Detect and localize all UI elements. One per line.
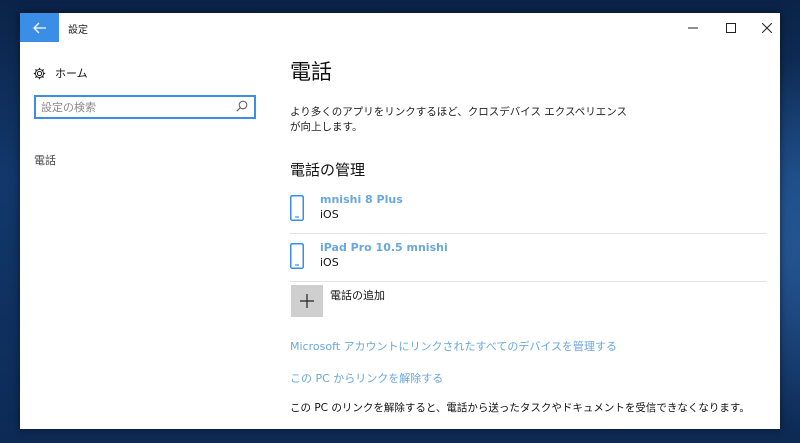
close-icon (761, 22, 772, 33)
manage-all-devices-link[interactable]: Microsoft アカウントにリンクされたすべてのデバイスを管理する (290, 338, 617, 354)
sidebar: ホーム 電話 (20, 42, 270, 429)
sidebar-item-phone[interactable]: 電話 (34, 152, 56, 168)
add-phone-label[interactable]: 電話の追加 (330, 287, 385, 303)
title-bar: 設定 (20, 13, 780, 42)
home-link[interactable]: ホーム (33, 65, 88, 81)
device-name: mnishi 8 Plus (320, 193, 403, 206)
search-box[interactable] (34, 95, 256, 119)
minimize-icon (687, 27, 698, 28)
device-name: iPad Pro 10.5 mnishi (320, 241, 448, 254)
home-label: ホーム (55, 67, 88, 80)
unlink-pc-link[interactable]: この PC からリンクを解除する (290, 370, 443, 386)
maximize-button[interactable] (713, 13, 748, 42)
search-input[interactable] (41, 100, 231, 114)
window-title: 設定 (68, 25, 88, 36)
page-description: より多くのアプリをリンクするほど、クロスデバイス エクスペリエンスが向上します。 (290, 106, 628, 133)
device-item[interactable]: mnishi 8 Plus iOS (290, 187, 767, 234)
maximize-icon (725, 22, 736, 33)
device-os: iOS (320, 256, 339, 269)
back-button[interactable] (20, 13, 59, 42)
phone-icon (290, 195, 304, 221)
settings-window: 設定 ホーム 設定の検索 電話 電話 より多くのアプリをリンクするほど、クロスデ… (20, 13, 780, 429)
page-title: 電話 (290, 60, 332, 84)
add-phone-button[interactable] (291, 285, 323, 317)
minimize-button[interactable] (675, 13, 710, 42)
phone-icon (290, 243, 304, 269)
close-button[interactable] (749, 13, 784, 42)
device-os: iOS (320, 208, 339, 221)
plus-icon (300, 294, 314, 308)
main-content: 電話 より多くのアプリをリンクするほど、クロスデバイス エクスペリエンスが向上し… (290, 42, 770, 429)
back-arrow-icon (32, 22, 46, 33)
gear-icon (33, 67, 46, 79)
manage-phones-heading: 電話の管理 (290, 161, 366, 179)
device-item[interactable]: iPad Pro 10.5 mnishi iOS (290, 235, 767, 282)
unlink-note: この PC のリンクを解除すると、電話から送ったタスクやドキュメントを受信できな… (290, 402, 750, 414)
search-icon[interactable] (236, 100, 248, 112)
